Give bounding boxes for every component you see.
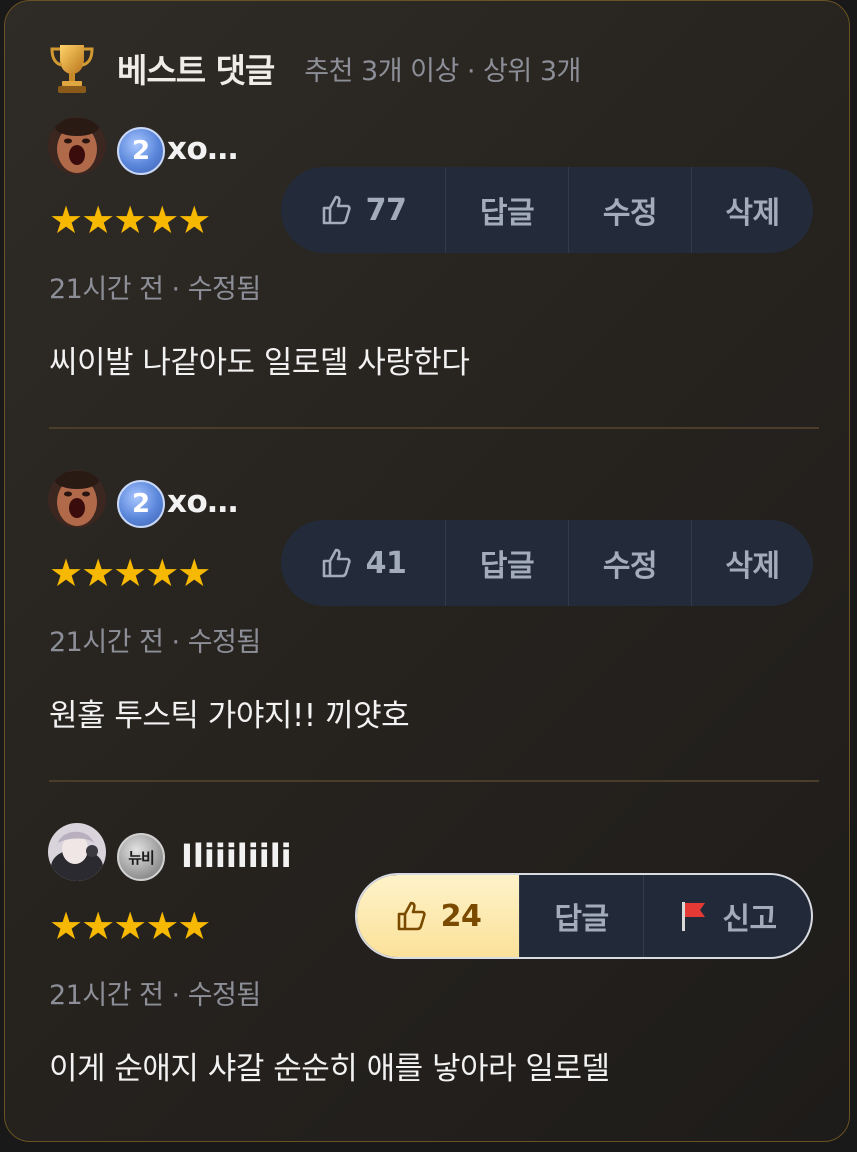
comment-actions: 24 답글 신고	[355, 873, 813, 959]
reply-button[interactable]: 답글	[519, 875, 643, 957]
username[interactable]: Iliiiliili	[181, 837, 292, 875]
comment-actions: 77 답글 수정 삭제	[281, 167, 813, 253]
report-label: 신고	[722, 902, 777, 937]
level-badge: 2	[117, 480, 165, 528]
rating-stars: ★★★★★	[49, 904, 211, 948]
user-avatar[interactable]	[48, 117, 106, 175]
level-badge: 2	[117, 127, 165, 175]
user-avatar[interactable]	[48, 470, 106, 528]
best-comments-card: 베스트 댓글 추천 3개 이상 · 상위 3개 2 xo… ★★★★★ 21시간…	[4, 0, 850, 1142]
report-button[interactable]: 신고	[643, 875, 811, 957]
username[interactable]: xo…	[167, 131, 238, 167]
edit-button[interactable]: 수정	[568, 520, 691, 606]
comment-item: 2 xo… ★★★★★ 21시간 전 · 수정됨 원홀 투스틱 가야지!! 끼얏…	[5, 354, 849, 734]
rating-stars: ★★★★★	[49, 551, 211, 595]
like-count: 77	[365, 192, 407, 228]
comment-item: 뉴비 Iliiiliili ★★★★★ 21시간 전 · 수정됨 이게 순애지 …	[5, 707, 849, 1087]
user-avatar[interactable]	[48, 823, 106, 881]
newbie-badge: 뉴비	[117, 833, 165, 881]
like-button[interactable]: 24	[357, 875, 519, 957]
comment-actions: 41 답글 수정 삭제	[281, 520, 813, 606]
comment-text: 이게 순애지 샤갈 순순히 애를 낳아라 일로델	[49, 1051, 610, 1087]
thumbs-up-icon	[395, 899, 429, 933]
edit-button[interactable]: 수정	[568, 167, 691, 253]
like-button[interactable]: 41	[281, 520, 445, 606]
rating-stars: ★★★★★	[49, 198, 211, 242]
like-count: 41	[365, 545, 407, 581]
like-count: 24	[440, 898, 482, 934]
thumbs-up-icon	[320, 193, 354, 227]
flag-icon	[678, 899, 708, 933]
delete-button[interactable]: 삭제	[691, 520, 813, 606]
delete-button[interactable]: 삭제	[691, 167, 813, 253]
thumbs-up-icon	[320, 546, 354, 580]
like-button[interactable]: 77	[281, 167, 445, 253]
username[interactable]: xo…	[167, 484, 238, 520]
reply-button[interactable]: 답글	[445, 167, 568, 253]
comment-meta: 21시간 전 · 수정됨	[49, 980, 261, 1011]
comment-meta: 21시간 전 · 수정됨	[49, 274, 261, 305]
comment-meta: 21시간 전 · 수정됨	[49, 627, 261, 658]
comment-item: 2 xo… ★★★★★ 21시간 전 · 수정됨 씨이발 나같아도 일로델 사랑…	[5, 1, 849, 381]
reply-button[interactable]: 답글	[445, 520, 568, 606]
